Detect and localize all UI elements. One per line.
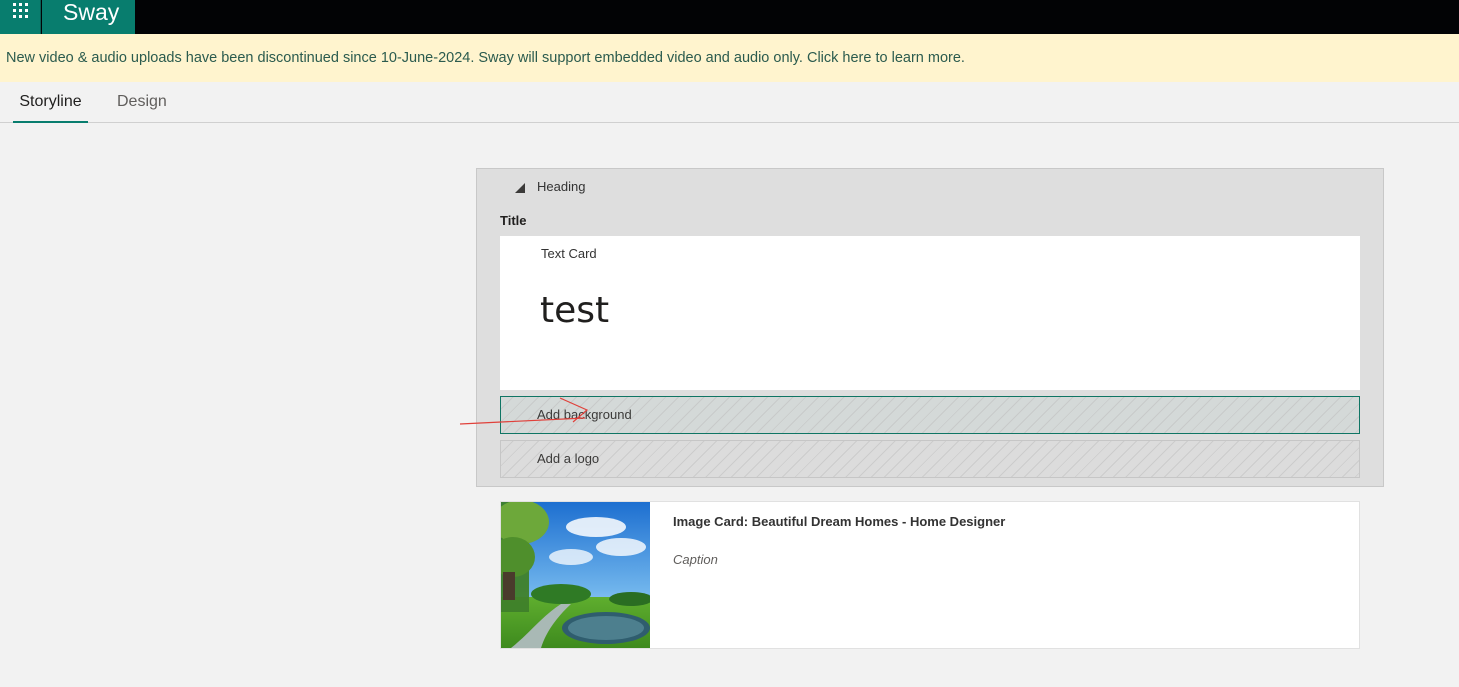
add-background-label: Add background — [537, 407, 632, 422]
tab-bar: Storyline Design — [0, 82, 1459, 123]
add-background-button[interactable]: Add background — [500, 396, 1360, 434]
tab-storyline[interactable]: Storyline — [13, 93, 88, 123]
text-card[interactable]: Text Card test — [500, 236, 1360, 390]
image-card[interactable]: Image Card: Beautiful Dream Homes - Home… — [500, 501, 1360, 649]
title-label: Title — [500, 213, 527, 228]
card-text[interactable]: test — [540, 290, 609, 331]
app-name[interactable]: Sway — [42, 0, 135, 34]
notice-banner[interactable]: New video & audio uploads have been disc… — [0, 34, 1459, 82]
group-label: Heading — [537, 179, 586, 194]
image-card-title: Image Card: Beautiful Dream Homes - Home… — [673, 514, 1006, 529]
add-logo-button[interactable]: Add a logo — [500, 440, 1360, 478]
caption-field[interactable]: Caption — [673, 552, 718, 567]
heading-group: Heading Title Text Card test Add backgro… — [476, 168, 1384, 487]
app-launcher-button[interactable] — [0, 0, 41, 34]
top-bar: Sway — [0, 0, 1459, 34]
landscape-thumbnail — [501, 502, 650, 648]
add-logo-label: Add a logo — [537, 451, 600, 466]
card-type-label: Text Card — [541, 246, 597, 261]
waffle-grid-icon — [12, 3, 28, 18]
tab-design[interactable]: Design — [117, 93, 167, 123]
collapse-triangle-icon[interactable] — [513, 181, 527, 195]
